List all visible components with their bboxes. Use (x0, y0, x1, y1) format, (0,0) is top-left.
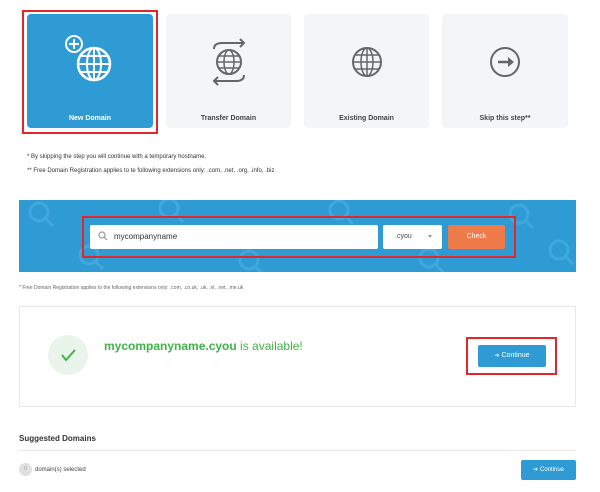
availability-status: is available! (236, 339, 303, 353)
suggested-continue-label: Continue (540, 467, 565, 473)
free-registration-footnote: * Free Domain Registration applies to th… (19, 285, 244, 291)
existing-domain-option[interactable]: Existing Domain (304, 14, 429, 128)
transfer-domain-label: Transfer Domain (200, 115, 257, 122)
new-domain-icon (27, 35, 153, 86)
arrow-right-circle-icon (442, 38, 568, 86)
skip-step-option[interactable]: Skip this step** (442, 14, 568, 128)
free-registration-note: ** Free Domain Registration applies to t… (27, 168, 275, 174)
suggested-continue-button[interactable]: ➔ Continue (521, 460, 576, 480)
suggested-domains-title: Suggested Domains (19, 434, 96, 443)
continue-button[interactable]: ➔ Continue (478, 345, 546, 367)
availability-message: mycompanyname.cyou is available! (104, 339, 303, 353)
available-domain-name: mycompanyname.cyou (104, 339, 237, 353)
arrow-right-icon: ➔ (532, 467, 538, 473)
tld-select-value: .cyou (395, 233, 412, 240)
chevron-down-icon (428, 235, 432, 238)
domain-search-input[interactable]: mycompanyname (90, 225, 378, 249)
globe-icon (304, 38, 429, 86)
existing-domain-label: Existing Domain (339, 115, 394, 122)
continue-button-label: Continue (501, 352, 530, 359)
domains-selected-text: domain(s) selected (35, 467, 86, 473)
transfer-domain-option[interactable]: Transfer Domain (166, 14, 291, 128)
divider (19, 450, 576, 451)
new-domain-option[interactable]: New Domain (27, 14, 153, 128)
selected-count-badge: 0 (19, 463, 32, 476)
check-button[interactable]: Check (448, 225, 505, 249)
arrow-right-icon: ➔ (494, 353, 500, 359)
skip-step-label: Skip this step** (479, 115, 531, 122)
transfer-domain-icon (166, 38, 291, 86)
new-domain-label: New Domain (68, 115, 111, 122)
domain-search-value: mycompanyname (114, 232, 178, 241)
success-check-icon (48, 335, 88, 375)
tld-select[interactable]: .cyou (383, 225, 442, 249)
skip-note: * By skipping the step you will continue… (27, 154, 207, 160)
search-icon (98, 231, 108, 241)
